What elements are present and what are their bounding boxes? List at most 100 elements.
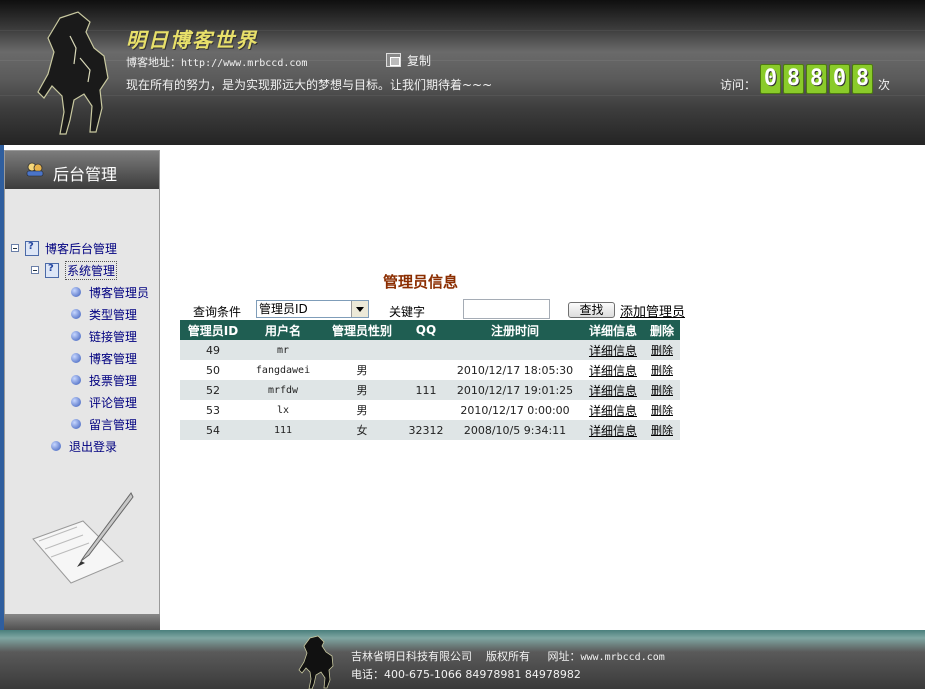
cell-username: 111 — [246, 420, 320, 440]
sidebar-title: 后台管理 — [53, 165, 118, 184]
copy-label: 复制 — [407, 54, 432, 68]
sidebar-item-label[interactable]: 博客管理员 — [89, 284, 149, 301]
cell-qq — [404, 360, 448, 380]
cell-delete: 删除 — [644, 400, 680, 420]
cell-username: mrfdw — [246, 380, 320, 400]
doc-icon — [71, 353, 81, 363]
footer-phone-label: 电话： — [351, 668, 384, 681]
keyword-input[interactable] — [463, 299, 550, 319]
sidebar-bottom-bar — [4, 614, 160, 630]
sidebar-item-label[interactable]: 评论管理 — [89, 394, 137, 411]
cell-gender: 女 — [320, 420, 404, 440]
cell-reg-time: 2008/10/5 9:34:11 — [448, 420, 582, 440]
delete-link[interactable]: 删除 — [651, 384, 673, 397]
cell-reg-time: 2010/12/17 18:05:30 — [448, 360, 582, 380]
sidebar-item-label[interactable]: 链接管理 — [89, 328, 137, 345]
chevron-down-icon[interactable] — [351, 301, 368, 317]
page-title: 管理员信息 — [383, 273, 459, 291]
search-button[interactable]: 查找 — [568, 302, 615, 318]
cell-id: 54 — [180, 420, 246, 440]
blog-url-label: 博客地址： — [126, 56, 181, 69]
collapse-icon[interactable] — [11, 244, 19, 252]
counter-digit: 8 — [806, 64, 827, 94]
cell-reg-time — [448, 340, 582, 360]
detail-link[interactable]: 详细信息 — [589, 364, 637, 378]
doc-icon — [71, 397, 81, 407]
doc-icon — [71, 375, 81, 385]
add-admin-link[interactable]: 添加管理员 — [620, 301, 685, 320]
doc-icon — [71, 287, 81, 297]
delete-link[interactable]: 删除 — [651, 364, 673, 377]
counter-digit: 0 — [760, 64, 781, 94]
keyword-label: 关键字 — [389, 305, 426, 319]
cell-delete: 删除 — [644, 360, 680, 380]
footer-rights: 版权所有 — [486, 650, 530, 663]
cell-detail: 详细信息 — [582, 360, 644, 380]
footer-site-label: 网址： — [547, 650, 581, 663]
tree-root[interactable]: 博客后台管理 — [11, 239, 117, 257]
copy-button[interactable]: 复制 — [386, 52, 431, 69]
detail-link[interactable]: 详细信息 — [589, 404, 637, 418]
visits-unit: 次 — [878, 78, 891, 92]
doc-icon — [71, 331, 81, 341]
cell-qq: 111 — [404, 380, 448, 400]
sidebar-item-label[interactable]: 类型管理 — [89, 306, 137, 323]
logout-label[interactable]: 退出登录 — [69, 438, 117, 455]
column-header: 注册时间 — [448, 320, 582, 340]
query-condition-select[interactable]: 管理员ID — [256, 300, 369, 318]
admin-manager-icon — [26, 162, 44, 177]
tree-system-label[interactable]: 系统管理 — [65, 260, 118, 280]
sidebar-item-links[interactable]: 链接管理 — [71, 327, 137, 345]
cell-username: mr — [246, 340, 320, 360]
sidebar-item-label[interactable]: 留言管理 — [89, 416, 137, 433]
sidebar-item-messages[interactable]: 留言管理 — [71, 415, 137, 433]
sidebar: 后台管理 博客后台管理 系统管理 博客管理员 类型管理 链接管理 博客管理 — [4, 150, 160, 628]
book-icon — [45, 262, 59, 278]
cell-detail: 详细信息 — [582, 340, 644, 360]
column-header: QQ — [404, 320, 448, 340]
table-row: 54 111 女 32312 2008/10/5 9:34:11 详细信息 删除 — [180, 420, 680, 440]
sidebar-item-types[interactable]: 类型管理 — [71, 305, 137, 323]
horse-logo-icon — [37, 11, 109, 135]
detail-link[interactable]: 详细信息 — [589, 424, 637, 438]
cell-detail: 详细信息 — [582, 380, 644, 400]
cell-reg-time: 2010/12/17 0:00:00 — [448, 400, 582, 420]
delete-link[interactable]: 删除 — [651, 344, 673, 357]
cell-gender: 男 — [320, 360, 404, 380]
column-header: 用户名 — [246, 320, 320, 340]
tree-system[interactable]: 系统管理 — [31, 260, 118, 280]
footer-company-line: 吉林省明日科技有限公司 版权所有 网址：www.mrbccd.com — [351, 648, 665, 664]
cell-qq — [404, 340, 448, 360]
sidebar-header: 后台管理 — [5, 151, 159, 189]
table-row: 50 fangdawei 男 2010/12/17 18:05:30 详细信息 … — [180, 360, 680, 380]
delete-link[interactable]: 删除 — [651, 404, 673, 417]
sidebar-item-logout[interactable]: 退出登录 — [51, 437, 117, 455]
collapse-icon[interactable] — [31, 266, 39, 274]
blog-url-value: http://www.mrbccd.com — [181, 58, 308, 69]
cell-reg-time: 2010/12/17 19:01:25 — [448, 380, 582, 400]
sidebar-item-label[interactable]: 博客管理 — [89, 350, 137, 367]
sidebar-item-blogs[interactable]: 博客管理 — [71, 349, 137, 367]
cell-gender: 男 — [320, 380, 404, 400]
book-icon — [25, 240, 39, 256]
delete-link[interactable]: 删除 — [651, 424, 673, 437]
sidebar-item-comments[interactable]: 评论管理 — [71, 393, 137, 411]
cell-qq — [404, 400, 448, 420]
footer-site-value[interactable]: www.mrbccd.com — [580, 652, 664, 663]
sidebar-item-label[interactable]: 投票管理 — [89, 372, 137, 389]
doc-icon — [71, 309, 81, 319]
detail-link[interactable]: 详细信息 — [589, 384, 637, 398]
footer-company: 吉林省明日科技有限公司 — [351, 650, 472, 663]
footer-phone-line: 电话：400-675-1066 84978981 84978982 — [351, 666, 581, 682]
sidebar-item-votes[interactable]: 投票管理 — [71, 371, 137, 389]
counter-digit: 8 — [852, 64, 873, 94]
table-row: 53 lx 男 2010/12/17 0:00:00 详细信息 删除 — [180, 400, 680, 420]
cell-id: 50 — [180, 360, 246, 380]
detail-link[interactable]: 详细信息 — [589, 344, 637, 358]
tree-root-label[interactable]: 博客后台管理 — [45, 240, 117, 257]
cell-id: 49 — [180, 340, 246, 360]
counter-digit: 0 — [829, 64, 850, 94]
table-header-row: 管理员ID 用户名 管理员性别 QQ 注册时间 详细信息 删除 — [180, 320, 680, 340]
cell-delete: 删除 — [644, 340, 680, 360]
sidebar-item-admins[interactable]: 博客管理员 — [71, 283, 149, 301]
